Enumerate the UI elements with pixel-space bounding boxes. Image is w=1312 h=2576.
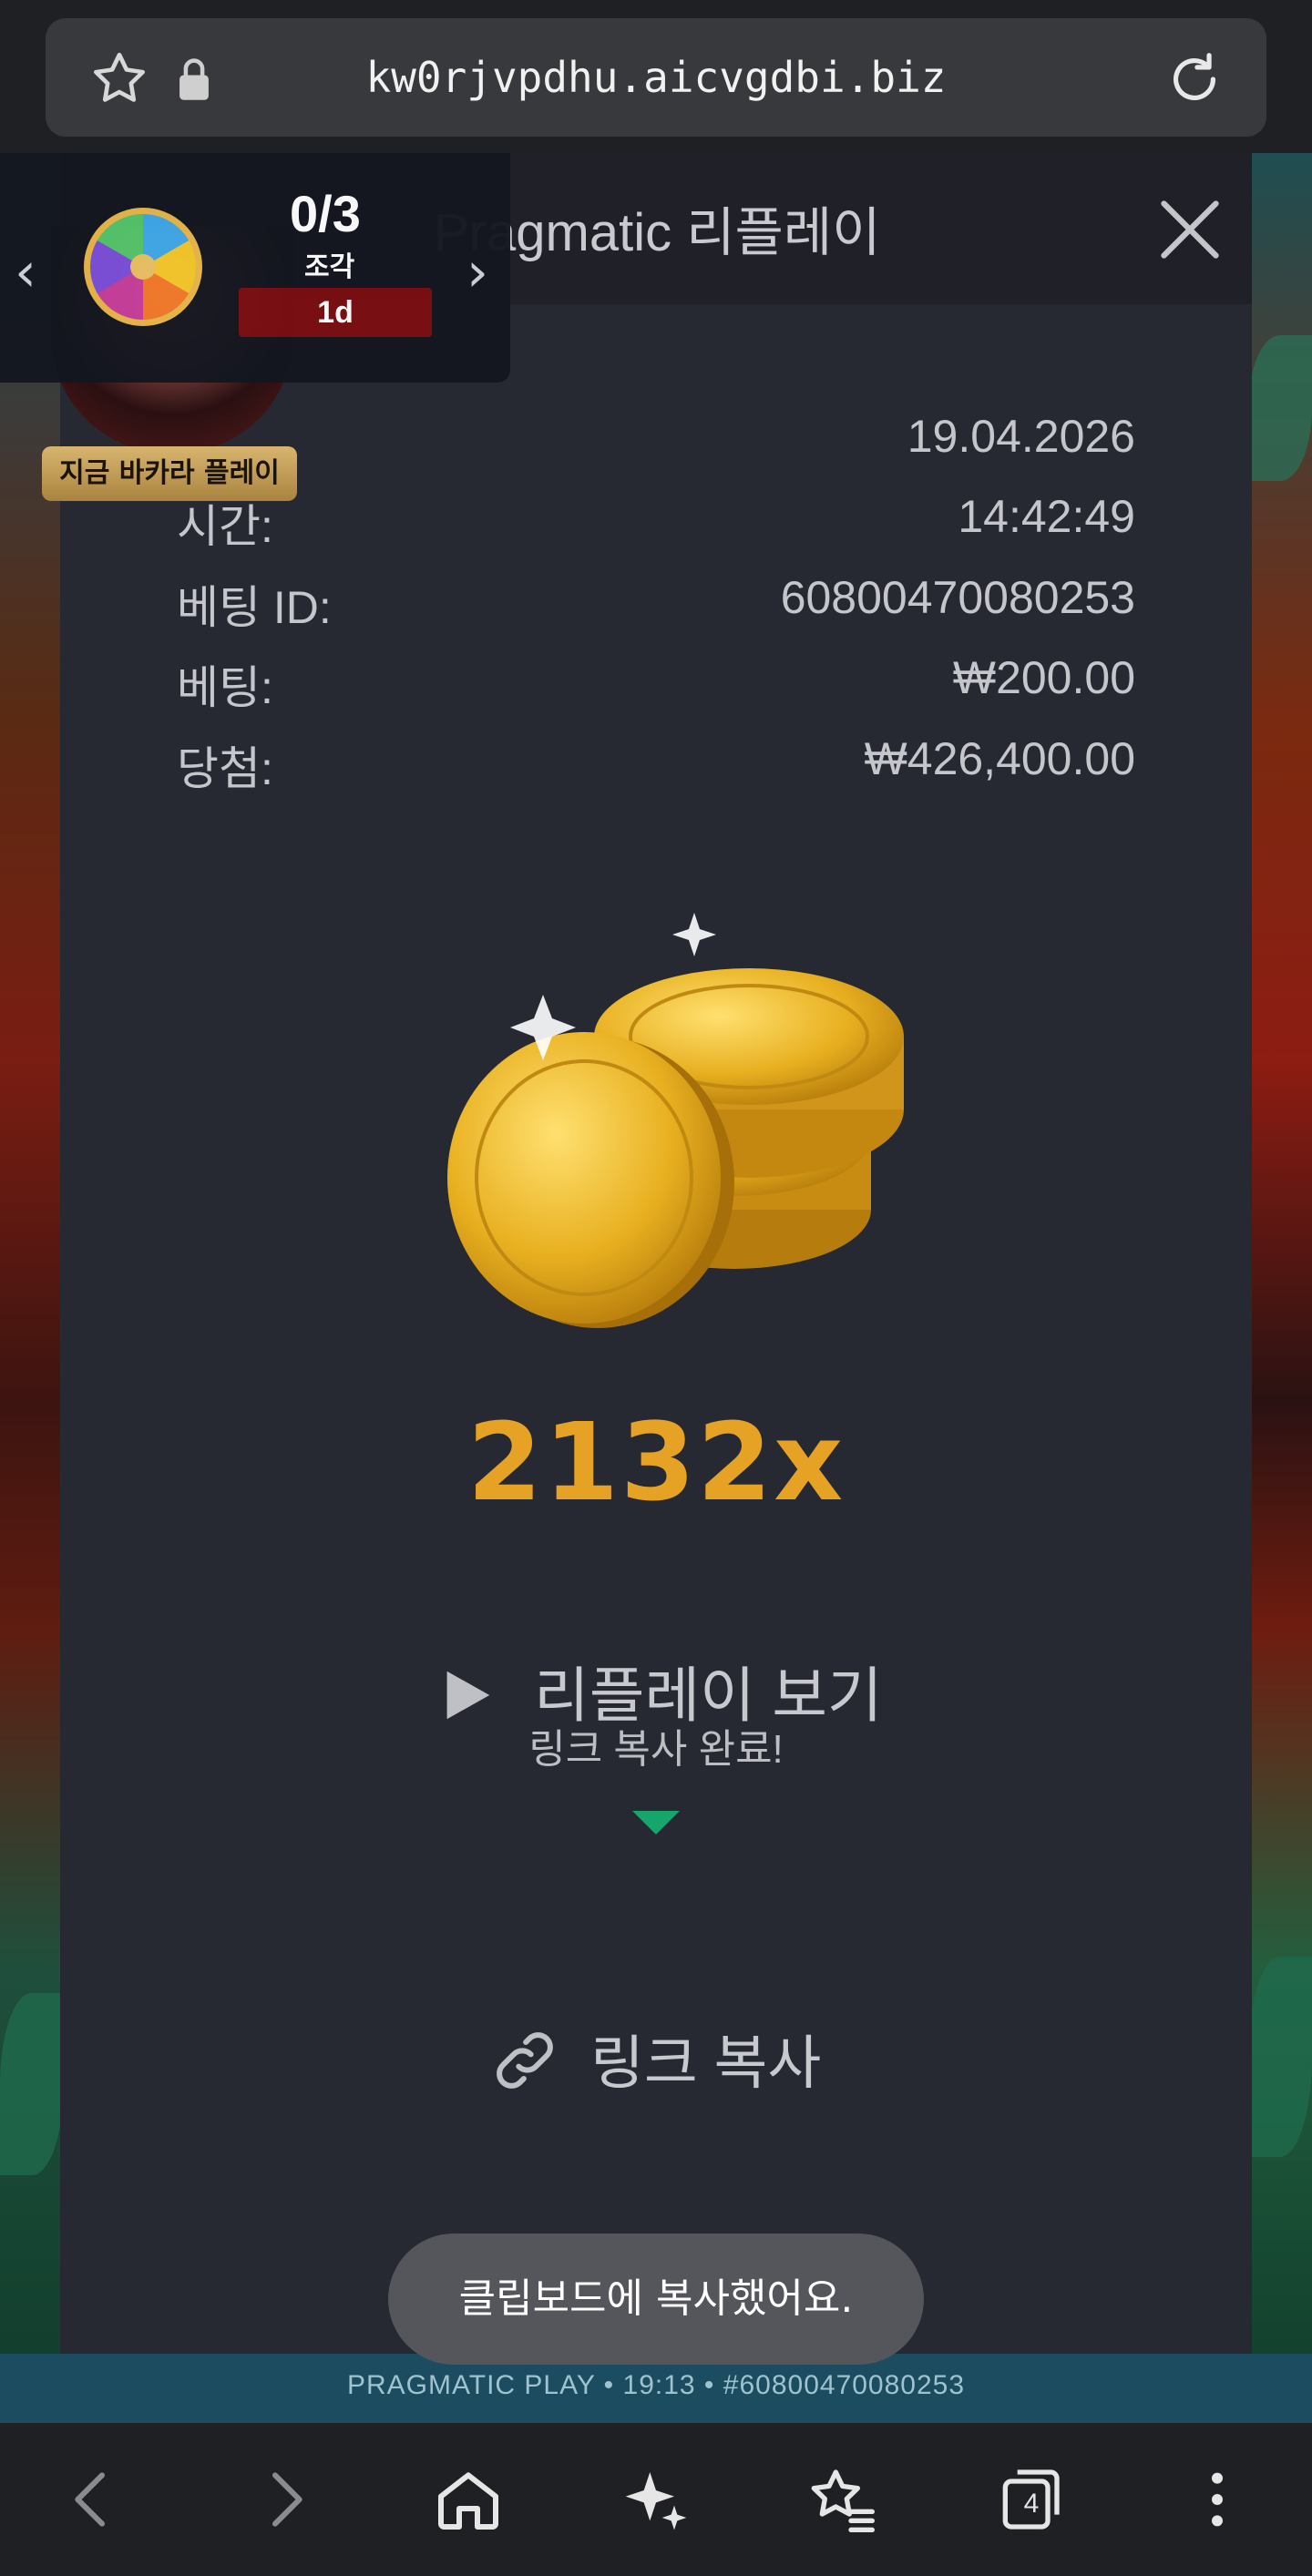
home-icon[interactable]	[432, 2463, 505, 2536]
fortune-wheel-icon	[84, 208, 202, 326]
info-row-date: 19.04.2026	[177, 410, 1135, 465]
jungle-leaf	[1248, 335, 1312, 481]
copy-link-label: 링크 복사	[590, 2030, 822, 2096]
chevron-left-icon[interactable]: ‹	[15, 240, 36, 304]
game-round-info: PRAGMATIC PLAY • 19:13 • #60800470080253	[346, 2370, 966, 2400]
chevron-right-icon[interactable]: ›	[466, 240, 488, 304]
url-text: kw0rjvpdhu.aicvgdbi.biz	[365, 53, 947, 102]
info-label: 당첨:	[177, 743, 273, 794]
play-baccarat-button[interactable]: 지금 바카라 플레이	[42, 446, 297, 501]
link-copied-tooltip: 링크 복사 완료!	[528, 1727, 784, 1772]
clipboard-toast: 클립보드에 복사했어요.	[388, 2234, 924, 2365]
info-row-time: 시간: 14:42:49	[177, 490, 1135, 552]
info-row-bet-id: 베팅 ID: 60800470080253	[177, 571, 1135, 633]
link-icon	[497, 2032, 553, 2089]
toast-message: 클립보드에 복사했어요.	[458, 2275, 854, 2322]
browser-toolbar: kw0rjvpdhu.aicvgdbi.biz	[0, 0, 1312, 153]
info-label: 베팅 ID:	[177, 582, 332, 633]
forward-icon[interactable]	[248, 2463, 321, 2536]
timer-badge: 1d	[239, 288, 432, 337]
info-value: 60800470080253	[780, 572, 1135, 623]
more-icon[interactable]	[1181, 2463, 1254, 2536]
multiplier-value: 2132x	[466, 1399, 846, 1525]
info-label: 베팅:	[177, 662, 273, 713]
reload-icon[interactable]	[1163, 47, 1226, 111]
info-value: ₩426,400.00	[864, 733, 1135, 784]
info-row-bet: 베팅: ₩200.00	[177, 651, 1135, 713]
address-bar[interactable]: kw0rjvpdhu.aicvgdbi.biz	[46, 18, 1266, 137]
info-row-win: 당첨: ₩426,400.00	[177, 732, 1135, 794]
tooltip-pointer	[632, 1811, 680, 1835]
tab-count: 4	[1023, 2489, 1040, 2519]
fortune-wheel-widget[interactable]: ‹ 0/3 조각 1d ›	[0, 153, 510, 383]
sparkle-icon[interactable]	[620, 2463, 692, 2536]
info-value: ₩200.00	[952, 652, 1135, 703]
jungle-leaf	[0, 1993, 64, 2175]
close-icon[interactable]	[1155, 195, 1225, 264]
info-value: 19.04.2026	[907, 411, 1135, 462]
jungle-leaf	[1248, 1957, 1312, 2157]
bookmarks-icon[interactable]	[805, 2463, 878, 2536]
copy-link-button[interactable]: 링크 복사	[488, 2011, 907, 2111]
gold-coins-icon	[447, 913, 904, 1328]
info-value: 14:42:49	[958, 491, 1135, 542]
browser-bottom-nav: 4	[0, 2423, 1312, 2576]
fragment-label: 조각	[304, 251, 355, 283]
back-icon[interactable]	[56, 2463, 129, 2536]
fragment-count: 0/3	[290, 185, 361, 242]
